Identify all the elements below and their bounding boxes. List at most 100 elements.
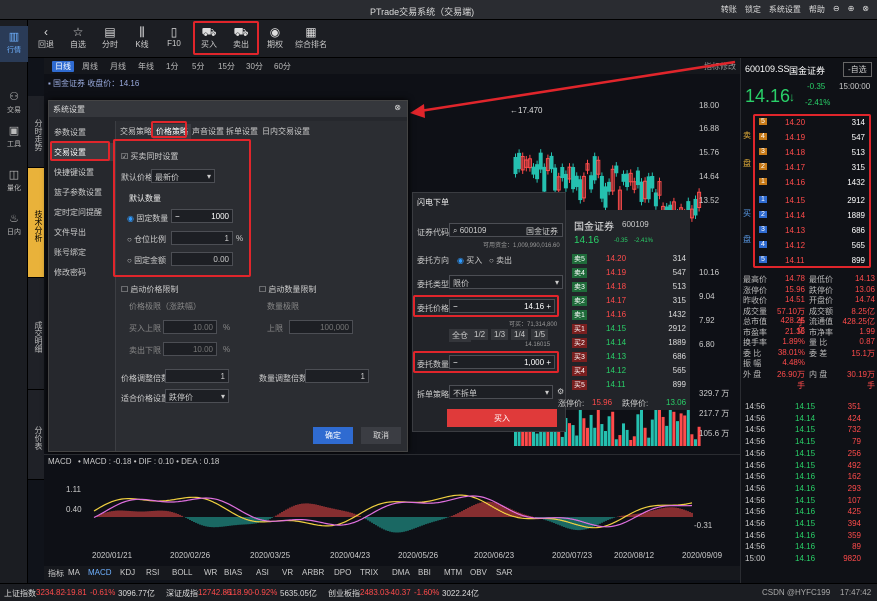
back-button[interactable]: ‹ 回退 <box>30 25 62 50</box>
close-icon[interactable]: ⊗ <box>862 4 869 15</box>
sync-checkbox[interactable]: ☑ 买卖同时设置 <box>121 151 178 162</box>
nav-item-intraday[interactable]: ♨ 日内 <box>0 212 28 242</box>
fixed-amount-input[interactable]: 0.00 <box>171 252 233 266</box>
period-week[interactable]: 周线 <box>82 61 98 72</box>
plus-icon[interactable]: + <box>546 358 551 367</box>
indicator-tab-bbi[interactable]: BBI <box>418 568 431 577</box>
timeshare-button[interactable]: ▤ 分时 <box>94 25 126 50</box>
indicator-tab-ma[interactable]: MA <box>68 568 80 577</box>
period-30m[interactable]: 30分 <box>246 61 263 72</box>
sidebar-item-bind[interactable]: 账号绑定 <box>51 243 113 261</box>
period-day[interactable]: 日线 <box>52 61 74 72</box>
default-price-select[interactable]: 最新价 ▾ <box>151 169 215 183</box>
settings-link[interactable]: 系统设置 <box>769 4 801 15</box>
sell-button[interactable]: ⛟ 卖出 <box>225 25 257 50</box>
buy-limit-input[interactable]: 10.00 <box>163 320 217 334</box>
tab-price-strategy[interactable]: 价格策略 <box>153 124 191 139</box>
nav-item-tools[interactable]: ▣ 工具 <box>0 124 28 154</box>
tab-sound[interactable]: 声音设置 <box>189 124 227 139</box>
minus-icon[interactable]: − <box>175 212 180 221</box>
minus-icon[interactable]: − <box>453 302 458 311</box>
frac-third[interactable]: 1/3 <box>491 329 509 340</box>
indicator-tab-boll[interactable]: BOLL <box>172 568 192 577</box>
nav-item-quotes[interactable]: ▥ 行情 <box>0 26 28 62</box>
frac-fifth[interactable]: 1/5 <box>531 329 549 340</box>
indicator-tab-kdj[interactable]: KDJ <box>120 568 135 577</box>
period-5m[interactable]: 5分 <box>192 61 204 72</box>
sidebar-item-reminder[interactable]: 定时定问提醒 <box>51 203 113 221</box>
price-adj-input[interactable]: 1 <box>165 369 229 383</box>
vtab-trades[interactable]: 成交明细 <box>28 278 44 390</box>
position-ratio-input[interactable]: 1 <box>171 231 233 245</box>
kline-button[interactable]: ⫼ K线 <box>126 25 158 50</box>
frac-half[interactable]: 1/2 <box>471 329 489 340</box>
gear-icon[interactable]: ⚙ <box>557 387 564 396</box>
f10-button[interactable]: ▯ F10 <box>158 25 190 48</box>
indicator-tab-dpo[interactable]: DPO <box>334 568 351 577</box>
sidebar-item-trade[interactable]: 交易设置 <box>51 143 113 161</box>
transfer-link[interactable]: 转账 <box>721 4 737 15</box>
minimize-icon[interactable]: ⊖ <box>833 4 840 15</box>
adapt-price-select[interactable]: 跌停价 ▾ <box>165 389 229 403</box>
indicator-tab-obv[interactable]: OBV <box>470 568 487 577</box>
fixed-qty-radio[interactable]: ◉ 固定数量 <box>127 213 168 224</box>
period-1m[interactable]: 1分 <box>166 61 178 72</box>
tab-intraday[interactable]: 日内交易设置 <box>259 124 313 139</box>
buy-button[interactable]: ⛟ 买入 <box>193 25 225 50</box>
sell-limit-input[interactable]: 10.00 <box>163 342 217 356</box>
indicator-tab-arbr[interactable]: ARBR <box>302 568 324 577</box>
fixed-qty-input[interactable]: −1000 <box>171 209 233 223</box>
vtab-technical[interactable]: 技术分析 <box>28 168 44 278</box>
sidebar-item-export[interactable]: 文件导出 <box>51 223 113 241</box>
indicator-tab-指标[interactable]: 指标 <box>48 568 64 579</box>
cancel-button[interactable]: 取消 <box>361 427 401 444</box>
indicator-tab-trix[interactable]: TRIX <box>360 568 378 577</box>
ranking-button[interactable]: ▦ 综合排名 <box>291 25 331 50</box>
submit-buy-button[interactable]: 买入 <box>447 409 557 427</box>
indicator-tab-mtm[interactable]: MTM <box>444 568 462 577</box>
watchlist-button[interactable]: ☆ 自选 <box>62 25 94 50</box>
position-ratio-radio[interactable]: ○ 仓位比例 <box>127 234 166 245</box>
indicator-tab-rsi[interactable]: RSI <box>146 568 159 577</box>
nav-item-quant[interactable]: ◫ 量化 <box>0 168 28 198</box>
frac-quarter[interactable]: 1/4 <box>511 329 529 340</box>
indicator-tab-macd[interactable]: MACD <box>88 568 112 577</box>
dir-buy-radio[interactable]: ◉ 买入 <box>457 255 482 266</box>
indicator-tab-bias[interactable]: BIAS <box>224 568 242 577</box>
tab-trade-strategy[interactable]: 交易策略 <box>117 124 155 139</box>
indicator-tab-vr[interactable]: VR <box>282 568 293 577</box>
split-select[interactable]: 不拆单 ▾ <box>449 385 553 399</box>
period-month[interactable]: 月线 <box>110 61 126 72</box>
upper-input[interactable]: 100,000 <box>289 320 353 334</box>
sidebar-item-password[interactable]: 修改密码 <box>51 263 113 281</box>
sidebar-item-params[interactable]: 参数设置 <box>51 123 113 141</box>
indicator-edit-link[interactable]: 指标修改 <box>704 61 736 72</box>
period-15m[interactable]: 15分 <box>218 61 235 72</box>
sidebar-item-hotkeys[interactable]: 快捷键设置 <box>51 163 113 181</box>
dir-sell-radio[interactable]: ○ 卖出 <box>489 255 512 266</box>
indicator-tab-wr[interactable]: WR <box>204 568 217 577</box>
indicator-tab-sar[interactable]: SAR <box>496 568 512 577</box>
qty-limit-checkbox[interactable]: ☐ 启动数量限制 <box>259 284 316 295</box>
period-60m[interactable]: 60分 <box>274 61 291 72</box>
vtab-timeshare[interactable]: 分时走势 <box>28 96 44 168</box>
code-input[interactable]: ⌕ 600109 国金证券 <box>449 223 563 237</box>
frac-all[interactable]: 全仓 <box>449 329 471 342</box>
qty-input[interactable]: −1,000 + <box>449 355 555 369</box>
indicator-tab-dma[interactable]: DMA <box>392 568 410 577</box>
add-watch-button[interactable]: -自选 <box>843 62 872 77</box>
lock-link[interactable]: 锁定 <box>745 4 761 15</box>
close-icon[interactable]: ⊗ <box>394 103 401 112</box>
price-limit-checkbox[interactable]: ☐ 启动价格限制 <box>121 284 178 295</box>
option-button[interactable]: ◉ 期权 <box>259 25 291 50</box>
fixed-amount-radio[interactable]: ○ 固定金额 <box>127 255 166 266</box>
plus-icon[interactable]: + <box>546 302 551 311</box>
ok-button[interactable]: 确定 <box>313 427 353 444</box>
sidebar-item-basket[interactable]: 篮子参数设置 <box>51 183 113 201</box>
tab-split[interactable]: 拆单设置 <box>223 124 261 139</box>
maximize-icon[interactable]: ⊕ <box>848 4 855 15</box>
help-link[interactable]: 帮助 <box>809 4 825 15</box>
indicator-tab-asi[interactable]: ASI <box>256 568 269 577</box>
price-input[interactable]: −14.16 + <box>449 299 555 313</box>
period-year[interactable]: 年线 <box>138 61 154 72</box>
